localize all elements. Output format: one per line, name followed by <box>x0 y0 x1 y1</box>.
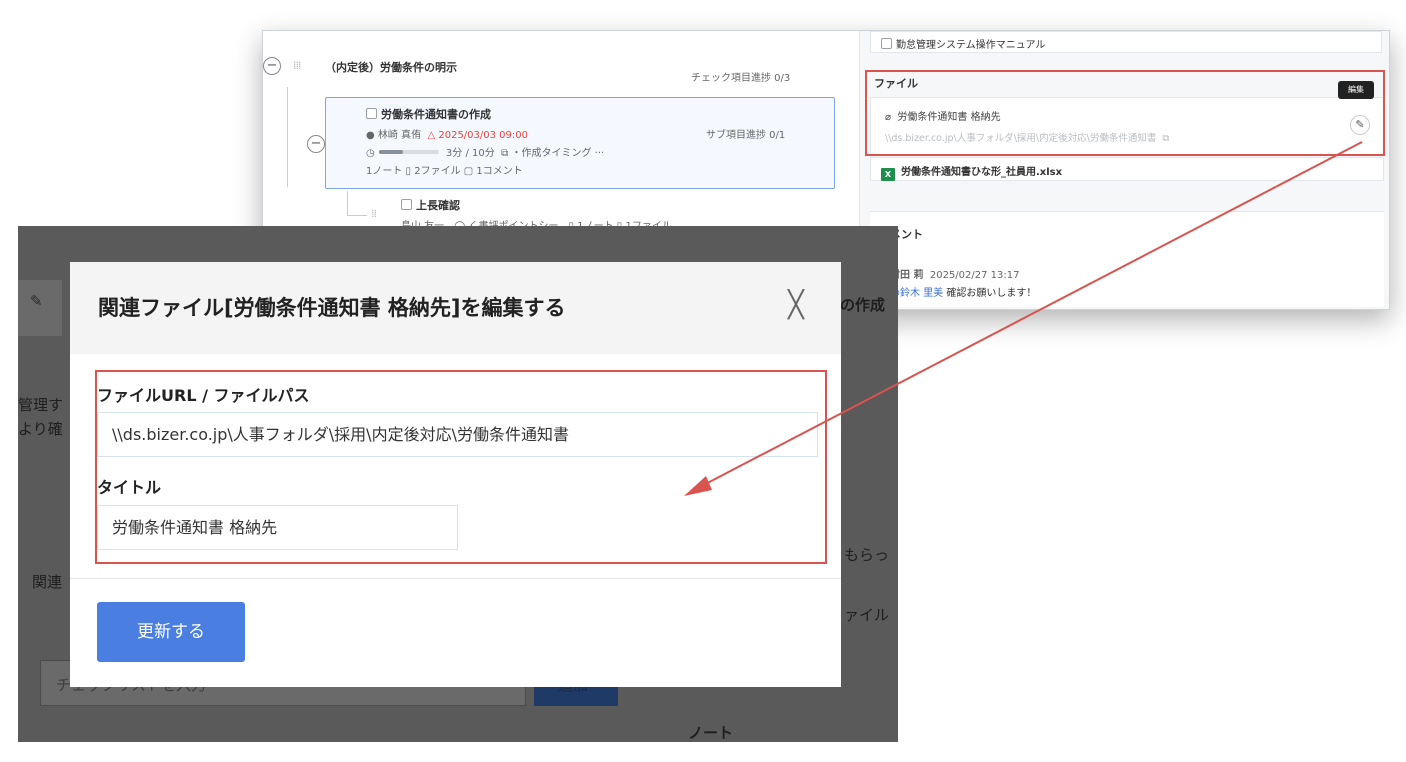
task-time: 3分 / 10分 <box>445 148 495 159</box>
task-title-row: 労働条件通知書の作成 <box>366 106 491 122</box>
dim-fragment: もらっ <box>844 546 890 564</box>
user-icon: ● <box>366 130 375 141</box>
tutorial-composite: − ⁞⁞⁞ （内定後）労働条件の明示 チェック項目進捗 0/3 − ⁞⁞ 労働条… <box>0 0 1406 762</box>
xlsx-file-name: 労働条件通知書ひな形_社員用.xlsx <box>901 167 1063 178</box>
manual-item-label: 勤怠管理システム操作マニュアル <box>896 40 1046 51</box>
task-time-row: ◷ 3分 / 10分 ⧉ ・作成タイミング ··· <box>366 144 604 159</box>
modal-footer-divider <box>70 578 841 579</box>
task-assignee-row: ● 林崎 真侑 △ 2025/03/03 09:00 <box>366 126 528 141</box>
clock-icon: ◷ <box>366 148 375 159</box>
sub-progress: サブ項目進捗 0/1 <box>706 130 786 141</box>
comments-section: メント 村田 莉 2025/02/27 13:17 @鈴木 里美 確認お願いしま… <box>870 211 1384 307</box>
collapse-task-icon[interactable]: − <box>307 135 325 153</box>
group-progress: チェック項目進捗 0/3 <box>691 73 791 84</box>
annotation-box-file <box>865 70 1385 156</box>
task-due: 2025/03/03 09:00 <box>438 130 528 141</box>
task-counts: 1ノート ▯ 2ファイル ▢ 1コメント <box>366 166 523 177</box>
drag-handle-icon[interactable]: ⁞⁞⁞ <box>293 59 301 72</box>
group-title: （内定後）労働条件の明示 <box>325 61 457 74</box>
subtask-checkbox[interactable] <box>401 199 412 210</box>
more-icon[interactable]: ··· <box>595 148 605 159</box>
comment-header: 村田 莉 2025/02/27 13:17 <box>890 266 1019 281</box>
subtask-title-row: 上長確認 <box>401 197 460 213</box>
tree-line <box>287 87 288 187</box>
dim-fragment: より確 <box>18 420 63 438</box>
task-card[interactable]: 労働条件通知書の作成 ● 林崎 真侑 △ 2025/03/03 09:00 サブ… <box>325 97 835 189</box>
dim-fragment: 関連 <box>32 573 63 591</box>
close-icon[interactable]: ╳ <box>782 292 810 320</box>
task-timing: ・作成タイミング <box>511 148 592 159</box>
dim-pencil-icon: ✎ <box>30 292 43 310</box>
xlsx-file-item[interactable]: X 労働条件通知書ひな形_社員用.xlsx <box>870 157 1384 181</box>
dim-fragment: ァイル <box>844 606 890 624</box>
drag-handle-icon[interactable]: ⁞⁞ <box>371 207 377 220</box>
modal-header: 関連ファイル[労働条件通知書 格納先]を編集する ╳ <box>70 262 841 354</box>
excel-icon: X <box>881 168 895 181</box>
comment-time: 2025/02/27 13:17 <box>929 270 1020 281</box>
tree-branch <box>347 215 367 216</box>
task-title: 労働条件通知書の作成 <box>381 108 491 121</box>
subtask-title: 上長確認 <box>416 199 460 212</box>
dim-fragment: 管理す <box>18 396 64 414</box>
time-progress-bar <box>378 150 439 154</box>
copy-icon: ⧉ <box>497 148 509 159</box>
comment-text: 確認お願いします！ <box>946 288 1037 299</box>
modal-title: 関連ファイル[労働条件通知書 格納先]を編集する <box>98 296 566 320</box>
manual-item[interactable]: 勤怠管理システム操作マニュアル <box>870 31 1382 53</box>
task-checkbox[interactable] <box>366 108 377 119</box>
annotation-box-form <box>95 370 827 564</box>
collapse-group-icon[interactable]: − <box>263 57 281 75</box>
dim-fragment: ノート <box>688 724 734 742</box>
dim-fragment: の作成 <box>840 296 886 314</box>
comment-body: @鈴木 里美 確認お願いします！ <box>890 284 1036 299</box>
alarm-icon: △ <box>424 130 436 141</box>
task-assignee: 林崎 真侑 <box>377 130 422 141</box>
update-button[interactable]: 更新する <box>97 602 245 662</box>
doc-icon <box>881 38 892 49</box>
tree-line <box>347 191 348 215</box>
